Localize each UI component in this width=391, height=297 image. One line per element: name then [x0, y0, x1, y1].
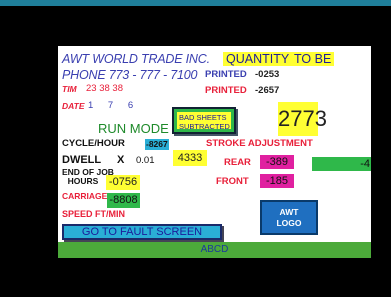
- stroke-adjustment-label: STROKE ADJUSTMENT: [206, 138, 313, 149]
- time-value: 23 38 38: [86, 83, 123, 94]
- date-value: 1 7 6: [88, 100, 140, 111]
- printed-value-1: -0253: [255, 69, 280, 80]
- front-label: FRONT: [216, 176, 249, 187]
- end-of-job-value: -0756: [106, 175, 140, 190]
- end-of-job-line2: HOURS: [67, 176, 99, 186]
- logo-line2: LOGO: [276, 218, 302, 228]
- company-name: AWT WORLD TRADE INC.: [62, 52, 210, 66]
- hmi-panel: AWT WORLD TRADE INC. PHONE 773 - 777 - 7…: [58, 46, 371, 258]
- bad-sheets-button-face: BAD SHEETS SUBTRACTED: [177, 112, 231, 131]
- printed-label-2: PRINTED: [205, 85, 247, 96]
- dwell-label: DWELL: [62, 154, 102, 166]
- cycle-hour-label: CYCLE/HOUR: [62, 138, 125, 149]
- right-value: -4: [312, 157, 371, 171]
- printed-label-1: PRINTED: [205, 69, 247, 80]
- top-accent-bar: [0, 0, 391, 6]
- logo-line1: AWT: [279, 207, 299, 217]
- date-label: DATE: [62, 101, 85, 111]
- speed-label: SPEED FT/MIN: [62, 209, 126, 219]
- end-of-job-label: END OF JOB HOURS: [62, 168, 114, 186]
- carriage-value: -8808: [107, 193, 140, 208]
- quantity-label: QUANTITY: [223, 52, 293, 66]
- bad-sheets-line2: SUBTRACTED: [179, 122, 230, 131]
- go-to-fault-screen-button[interactable]: GO TO FAULT SCREEN: [62, 224, 222, 240]
- rear-label: REAR: [224, 157, 251, 168]
- tobe-label: TO BE: [291, 52, 335, 66]
- dwell-value: 4333: [173, 150, 207, 166]
- time-label: TIM: [62, 84, 77, 94]
- carriage-label: CARRIAGE: [62, 191, 108, 201]
- awt-logo-button[interactable]: AWT LOGO: [260, 200, 318, 235]
- bad-sheets-subtracted-button[interactable]: BAD SHEETS SUBTRACTED: [172, 107, 236, 134]
- run-mode-label: RUN MODE: [98, 121, 169, 136]
- dwell-factor: 0.01: [136, 155, 155, 166]
- company-phone: PHONE 773 - 777 - 7100: [62, 68, 198, 82]
- cycle-hour-value: -8267: [145, 139, 169, 150]
- printed-value-2: -2657: [255, 85, 280, 96]
- bad-sheets-count: 2773: [278, 102, 327, 136]
- dwell-x: X: [117, 154, 125, 166]
- status-bar: ABCD: [58, 242, 371, 258]
- front-value: -185: [260, 174, 294, 188]
- rear-value: -389: [260, 155, 294, 169]
- bad-sheets-line1: BAD SHEETS: [179, 113, 227, 122]
